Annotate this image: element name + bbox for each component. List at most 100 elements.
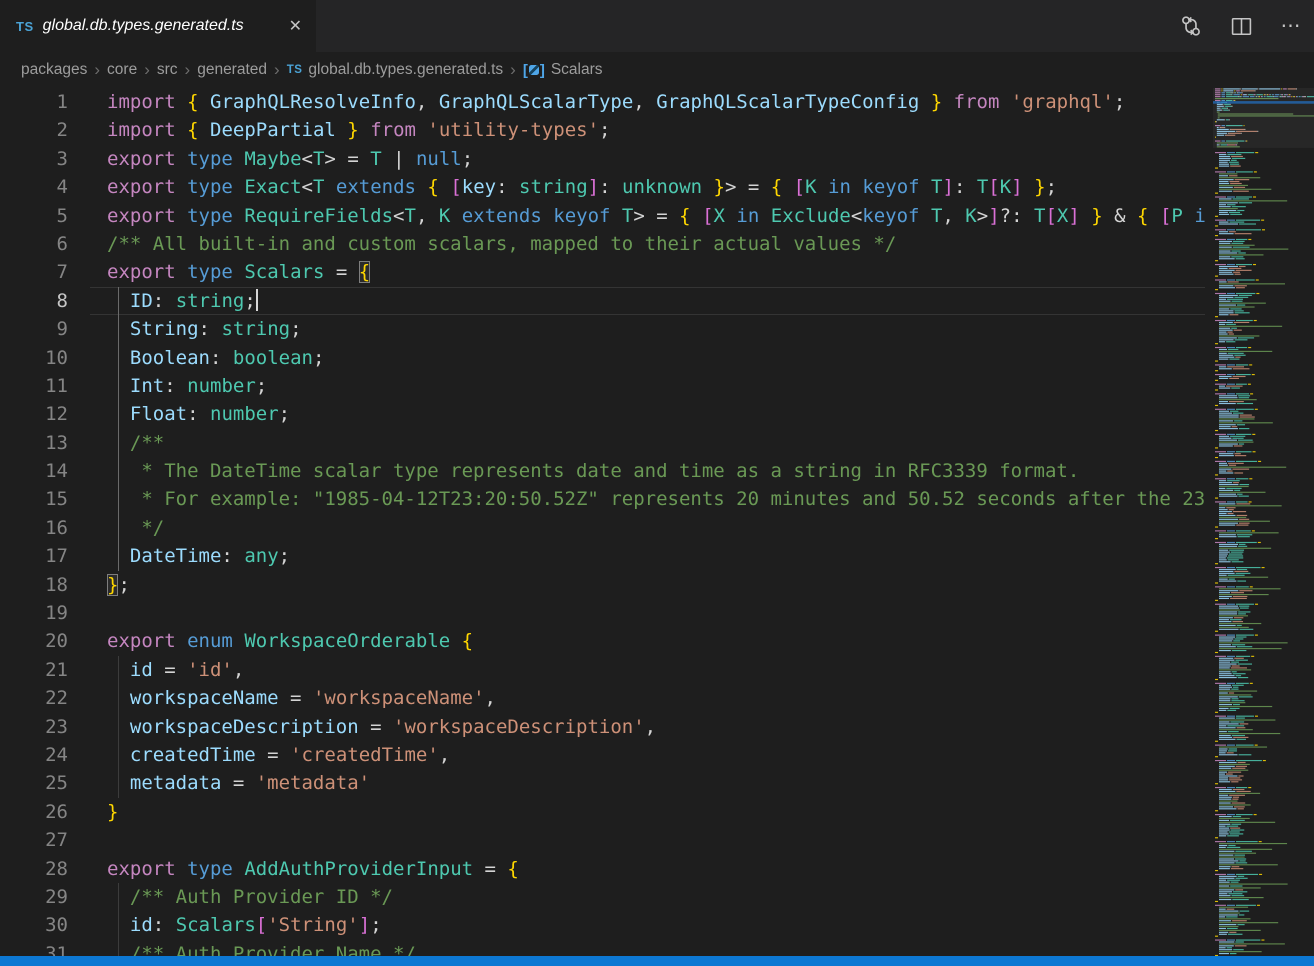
- breadcrumb-item-core[interactable]: core: [107, 61, 137, 79]
- line-number[interactable]: 22: [0, 684, 68, 712]
- line-number[interactable]: 28: [0, 855, 68, 883]
- line-number[interactable]: 2: [0, 116, 68, 144]
- code-line[interactable]: 4export type Exact<T extends { [key: str…: [0, 173, 1205, 201]
- code-line[interactable]: 3export type Maybe<T> = T | null;: [0, 145, 1205, 173]
- line-number[interactable]: 8: [0, 287, 68, 315]
- minimap[interactable]: [1213, 88, 1314, 957]
- line-number[interactable]: 19: [0, 599, 68, 627]
- line-number[interactable]: 25: [0, 769, 68, 797]
- status-bar[interactable]: [0, 956, 1314, 966]
- line-number[interactable]: 13: [0, 429, 68, 457]
- line-number[interactable]: 12: [0, 400, 68, 428]
- code-line-content: [68, 599, 1205, 627]
- line-number[interactable]: 21: [0, 656, 68, 684]
- line-number[interactable]: 5: [0, 202, 68, 230]
- code-line[interactable]: 16 */: [0, 514, 1205, 542]
- code-line[interactable]: 30 id: Scalars['String'];: [0, 911, 1205, 939]
- code-line-content: /**: [68, 429, 1205, 457]
- code-line[interactable]: 25 metadata = 'metadata': [0, 769, 1205, 797]
- line-number[interactable]: 14: [0, 457, 68, 485]
- line-number[interactable]: 7: [0, 258, 68, 286]
- code-line[interactable]: 6/** All built-in and custom scalars, ma…: [0, 230, 1205, 258]
- code-line[interactable]: 9 String: string;: [0, 315, 1205, 343]
- code-line[interactable]: 7export type Scalars = {: [0, 258, 1205, 286]
- code-line-content: };: [68, 571, 1205, 599]
- open-changes-button[interactable]: [1178, 13, 1204, 39]
- indent-guide: [118, 741, 119, 769]
- code-line[interactable]: 23 workspaceDescription = 'workspaceDesc…: [0, 713, 1205, 741]
- line-number[interactable]: 29: [0, 883, 68, 911]
- line-number[interactable]: 30: [0, 911, 68, 939]
- editor-actions: ⋯: [1178, 0, 1304, 52]
- breadcrumb-label: src: [157, 61, 178, 79]
- breadcrumb-item-global-db-types-generated-ts[interactable]: TSglobal.db.types.generated.ts: [287, 61, 503, 79]
- breadcrumb-label: generated: [197, 61, 267, 79]
- code-line[interactable]: 5export type RequireFields<T, K extends …: [0, 202, 1205, 230]
- code-line[interactable]: 20export enum WorkspaceOrderable {: [0, 627, 1205, 655]
- breadcrumb-item-scalars[interactable]: []Scalars: [523, 61, 603, 79]
- line-number[interactable]: 16: [0, 514, 68, 542]
- line-number[interactable]: 10: [0, 344, 68, 372]
- code-line[interactable]: 12 Float: number;: [0, 400, 1205, 428]
- breadcrumb-item-packages[interactable]: packages: [21, 61, 87, 79]
- code-line-content: workspaceName = 'workspaceName',: [68, 684, 1205, 712]
- breadcrumb-item-src[interactable]: src: [157, 61, 178, 79]
- indent-guide: [118, 344, 119, 372]
- code-line[interactable]: 22 workspaceName = 'workspaceName',: [0, 684, 1205, 712]
- tab-bar: TS global.db.types.generated.ts ✕: [0, 0, 1314, 52]
- line-number[interactable]: 11: [0, 372, 68, 400]
- code-line[interactable]: 18};: [0, 571, 1205, 599]
- breadcrumb-item-generated[interactable]: generated: [197, 61, 267, 79]
- more-actions-button[interactable]: ⋯: [1278, 13, 1304, 39]
- code-line[interactable]: 21 id = 'id',: [0, 656, 1205, 684]
- line-number[interactable]: 9: [0, 315, 68, 343]
- line-number[interactable]: 23: [0, 713, 68, 741]
- line-number[interactable]: 24: [0, 741, 68, 769]
- line-number[interactable]: 26: [0, 798, 68, 826]
- code-line-content: export type Scalars = {: [68, 258, 1205, 286]
- split-editor-icon: [1230, 15, 1253, 38]
- indent-guide: [118, 372, 119, 400]
- tab-label: global.db.types.generated.ts: [43, 17, 277, 35]
- code-line[interactable]: 1import { GraphQLResolveInfo, GraphQLSca…: [0, 88, 1205, 116]
- code-line-content: Boolean: boolean;: [68, 344, 1205, 372]
- code-line[interactable]: 10 Boolean: boolean;: [0, 344, 1205, 372]
- indent-guide: [118, 514, 119, 542]
- line-number[interactable]: 4: [0, 173, 68, 201]
- code-line[interactable]: 11 Int: number;: [0, 372, 1205, 400]
- code-line[interactable]: 8 ID: string;: [0, 287, 1205, 315]
- close-tab-icon[interactable]: ✕: [285, 14, 306, 38]
- code-line-content: Float: number;: [68, 400, 1205, 428]
- code-line[interactable]: 14 * The DateTime scalar type represents…: [0, 457, 1205, 485]
- code-line[interactable]: 19: [0, 599, 1205, 627]
- code-line-content: DateTime: any;: [68, 542, 1205, 570]
- code-line-content: export type Maybe<T> = T | null;: [68, 145, 1205, 173]
- typescript-file-icon: TS: [16, 19, 34, 34]
- code-line[interactable]: 27: [0, 826, 1205, 854]
- code-line[interactable]: 24 createdTime = 'createdTime',: [0, 741, 1205, 769]
- code-line[interactable]: 15 * For example: "1985-04-12T23:20:50.5…: [0, 485, 1205, 513]
- split-editor-button[interactable]: [1228, 13, 1254, 39]
- code-line[interactable]: 17 DateTime: any;: [0, 542, 1205, 570]
- code-editor[interactable]: 1import { GraphQLResolveInfo, GraphQLSca…: [0, 88, 1205, 966]
- line-number[interactable]: 20: [0, 627, 68, 655]
- line-number[interactable]: 15: [0, 485, 68, 513]
- code-line[interactable]: 26}: [0, 798, 1205, 826]
- breadcrumb-label: global.db.types.generated.ts: [308, 61, 503, 79]
- code-line-content: id: Scalars['String'];: [68, 911, 1205, 939]
- code-line-content: export enum WorkspaceOrderable {: [68, 627, 1205, 655]
- code-line-content: [68, 826, 1205, 854]
- line-number[interactable]: 27: [0, 826, 68, 854]
- line-number[interactable]: 17: [0, 542, 68, 570]
- line-number[interactable]: 1: [0, 88, 68, 116]
- code-line[interactable]: 28export type AddAuthProviderInput = {: [0, 855, 1205, 883]
- line-number[interactable]: 6: [0, 230, 68, 258]
- line-number[interactable]: 3: [0, 145, 68, 173]
- indent-guide: [118, 485, 119, 513]
- line-number[interactable]: 18: [0, 571, 68, 599]
- code-line[interactable]: 29 /** Auth Provider ID */: [0, 883, 1205, 911]
- code-line[interactable]: 13 /**: [0, 429, 1205, 457]
- code-line[interactable]: 2import { DeepPartial } from 'utility-ty…: [0, 116, 1205, 144]
- indent-guide: [118, 769, 119, 797]
- tab-global-db-types[interactable]: TS global.db.types.generated.ts ✕: [0, 0, 316, 52]
